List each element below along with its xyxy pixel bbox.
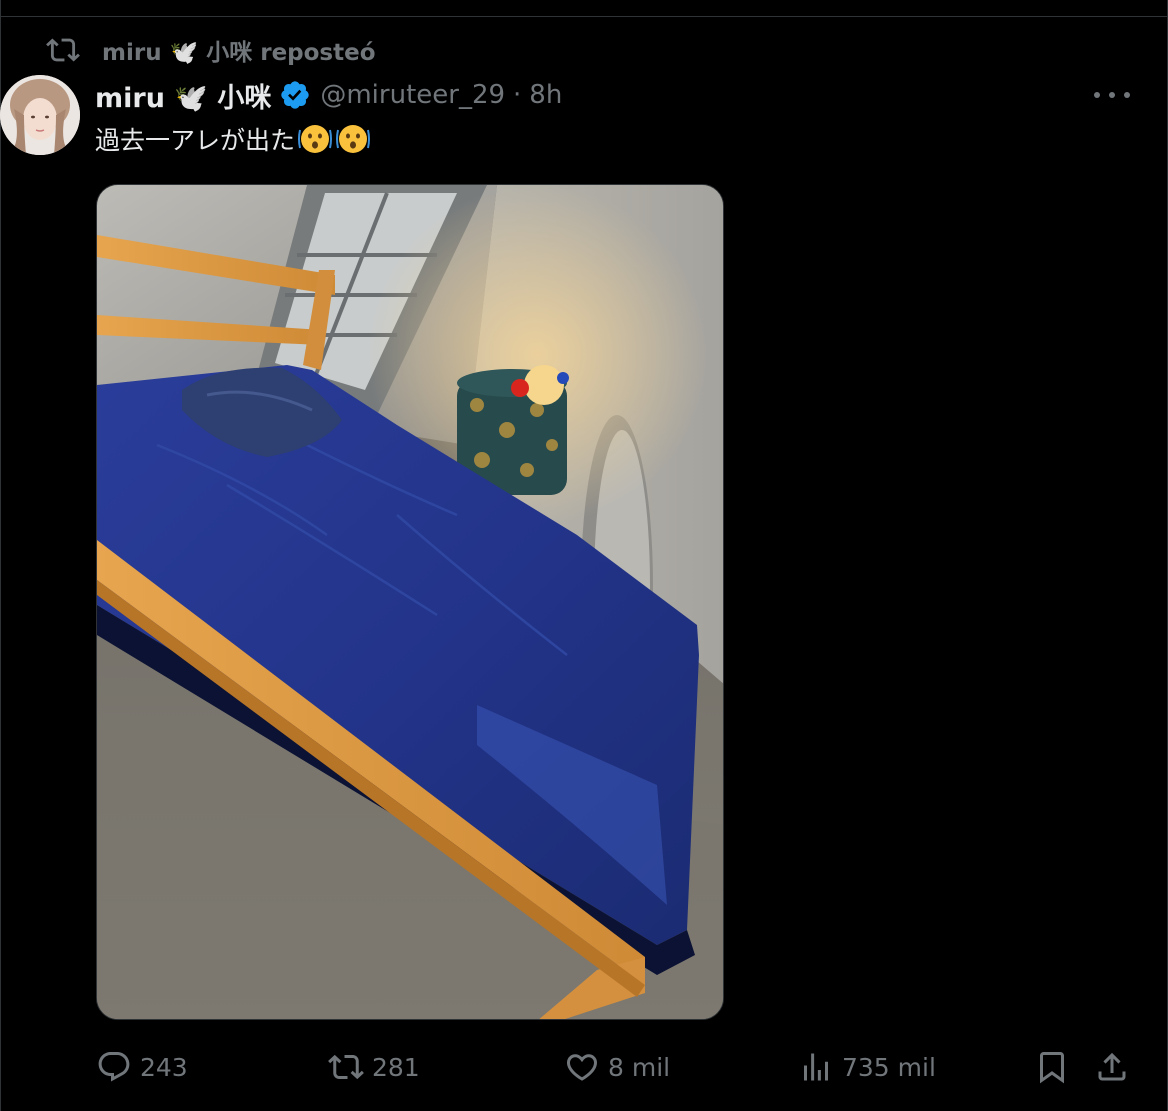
bookmark-button[interactable] — [1034, 1042, 1070, 1092]
author-name[interactable]: miru 🕊️ 小咪 — [95, 76, 271, 115]
tweet-text-content: 過去一アレが出た — [95, 126, 296, 155]
repost-context[interactable]: miru 🕊️ 小咪 reposteó — [46, 33, 376, 67]
reply-count: 243 — [140, 1052, 188, 1082]
bed-photo — [97, 185, 723, 1019]
avatar-photo — [0, 75, 80, 155]
share-button[interactable] — [1094, 1042, 1130, 1092]
reply-button[interactable]: 243 — [96, 1042, 188, 1092]
repost-count: 281 — [372, 1052, 420, 1082]
media-photo[interactable] — [96, 184, 724, 1020]
view-count: 735 mil — [842, 1052, 936, 1082]
bookmark-icon — [1040, 1052, 1064, 1084]
header-separator: · — [513, 80, 522, 110]
share-icon — [1098, 1052, 1126, 1081]
astonished-emoji — [298, 125, 333, 153]
astonished-emoji — [336, 125, 371, 153]
verified-badge-icon[interactable] — [279, 79, 311, 111]
post-time[interactable]: 8h — [529, 80, 562, 110]
like-button[interactable]: 8 mil — [564, 1042, 670, 1092]
retweet-icon — [46, 38, 80, 62]
views-icon — [804, 1053, 828, 1081]
like-icon — [566, 1054, 598, 1081]
author-handle[interactable]: @miruteer_29 — [320, 80, 505, 110]
repost-label: miru 🕊️ 小咪 reposteó — [102, 40, 376, 66]
top-divider — [0, 16, 1168, 17]
avatar[interactable] — [0, 75, 80, 155]
tweet-header: miru 🕊️ 小咪 @miruteer_29 · 8h — [95, 74, 562, 116]
more-icon[interactable] — [1094, 82, 1130, 108]
tweet-text: 過去一アレが出た — [95, 119, 371, 159]
reply-icon — [98, 1052, 130, 1082]
repost-button[interactable]: 281 — [328, 1042, 420, 1092]
views-button[interactable]: 735 mil — [798, 1042, 936, 1092]
retweet-icon — [328, 1054, 364, 1080]
like-count: 8 mil — [608, 1052, 671, 1082]
tweet-actions: 243 281 8 mil 735 mil — [96, 1042, 1136, 1092]
